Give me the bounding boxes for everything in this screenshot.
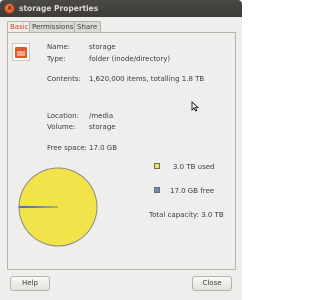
help-button[interactable]: Help: [10, 276, 50, 291]
free-legend-swatch: [154, 187, 160, 193]
volume-label: Volume:: [47, 123, 76, 131]
window-close-button[interactable]: ×: [4, 3, 15, 14]
name-label: Name:: [47, 43, 71, 51]
contents-value: 1,620,000 items, totalling 1.8 TB: [89, 75, 205, 83]
name-value[interactable]: storage: [89, 43, 116, 51]
used-legend-label: 3.0 TB used: [173, 163, 215, 171]
location-value: /media: [89, 112, 114, 120]
location-label: Location:: [47, 112, 79, 120]
freespace-label: Free space:: [47, 144, 87, 152]
freespace-value: 17.0 GB: [89, 144, 118, 152]
total-capacity-label: Total capacity: 3.0 TB: [149, 211, 224, 219]
volume-value: storage: [89, 123, 116, 131]
properties-window: × storage Properties Basic Permissions S…: [0, 0, 242, 300]
window-title: storage Properties: [19, 4, 99, 13]
tab-share[interactable]: Share: [74, 21, 101, 32]
free-legend-label: 17.0 GB free: [170, 187, 215, 195]
title-bar[interactable]: × storage Properties: [0, 0, 242, 17]
type-label: Type:: [47, 55, 66, 63]
used-legend-swatch: [154, 163, 160, 169]
pie-free-slice: [18, 205, 59, 209]
close-button[interactable]: Close: [192, 276, 232, 291]
disk-usage-pie-chart: [18, 167, 98, 247]
contents-label: Contents:: [47, 75, 81, 83]
mouse-pointer-icon: [191, 101, 199, 112]
folder-icon[interactable]: [12, 43, 30, 61]
tab-permissions[interactable]: Permissions: [29, 21, 75, 32]
type-value: folder (inode/directory): [89, 55, 171, 63]
